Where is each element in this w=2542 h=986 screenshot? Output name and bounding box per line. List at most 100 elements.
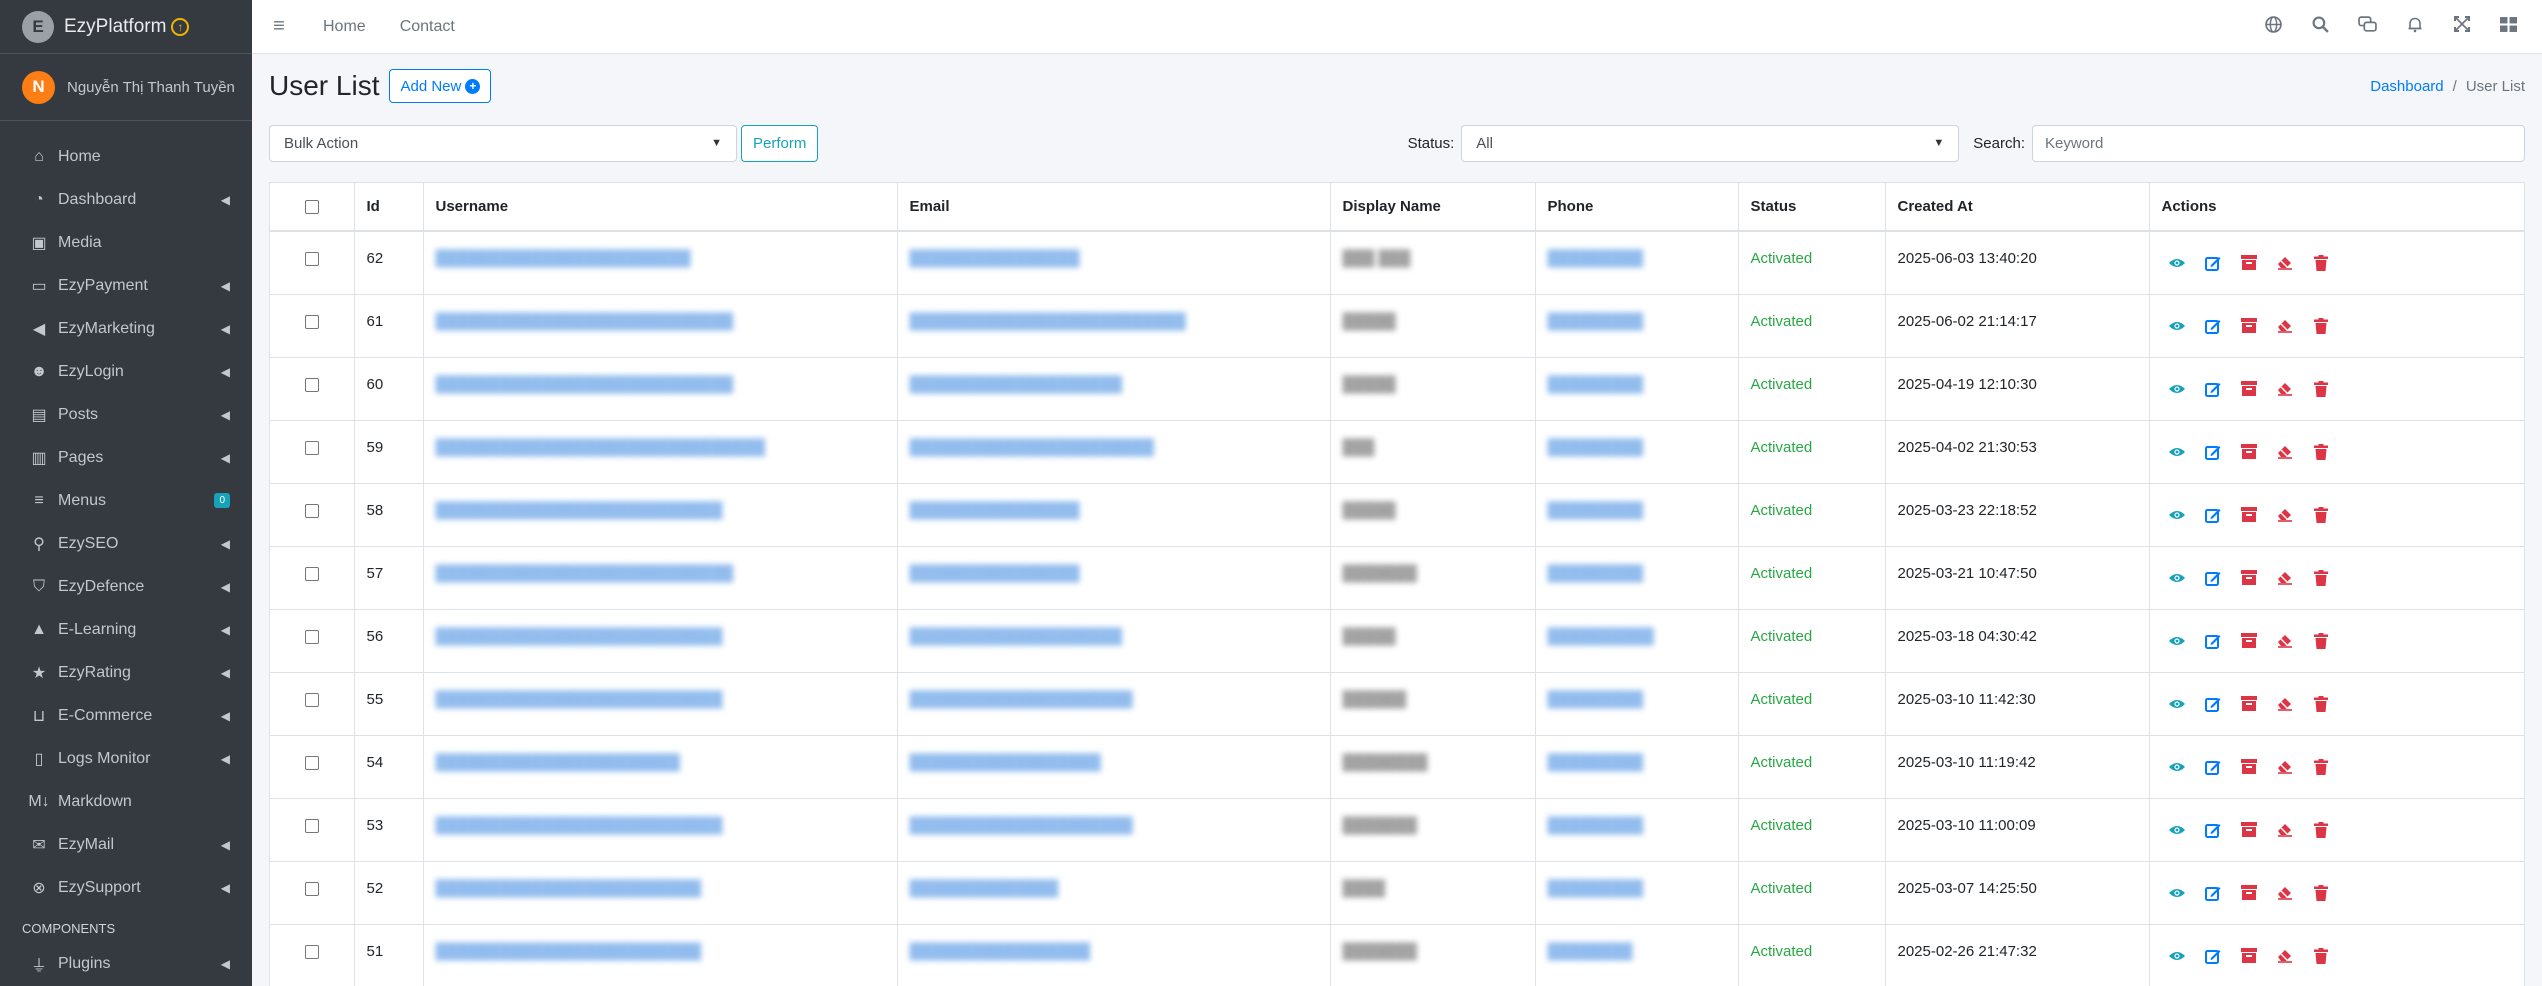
sidebar-item-ezypayment[interactable]: ▭ EzyPayment ◀ xyxy=(0,264,252,307)
select-all-checkbox[interactable] xyxy=(304,199,319,214)
sidebar-item-plugins[interactable]: ⏚ Plugins ◀ xyxy=(0,942,252,985)
nav-link-contact[interactable]: Contact xyxy=(383,18,472,36)
view-icon[interactable] xyxy=(2166,630,2188,652)
phone-link[interactable]: █████████ xyxy=(1548,754,1726,771)
email-link[interactable]: █████████████████ xyxy=(910,943,1318,960)
erase-icon[interactable] xyxy=(2274,315,2296,337)
search-icon[interactable] xyxy=(2297,16,2344,38)
edit-icon[interactable] xyxy=(2202,630,2224,652)
delete-icon[interactable] xyxy=(2310,378,2332,400)
delete-icon[interactable] xyxy=(2310,504,2332,526)
delete-icon[interactable] xyxy=(2310,756,2332,778)
username-link[interactable]: ████████████████████████████ xyxy=(436,376,885,393)
email-link[interactable]: ████████████████████ xyxy=(910,628,1318,645)
row-checkbox[interactable] xyxy=(304,251,319,266)
email-link[interactable]: █████████████████████ xyxy=(910,817,1318,834)
sidebar-item-ezymarketing[interactable]: ◀ EzyMarketing ◀ xyxy=(0,307,252,350)
sidebar-item-ezyseo[interactable]: ⚲ EzySEO ◀ xyxy=(0,522,252,565)
delete-icon[interactable] xyxy=(2310,693,2332,715)
row-checkbox[interactable] xyxy=(304,818,319,833)
row-checkbox[interactable] xyxy=(304,314,319,329)
delete-icon[interactable] xyxy=(2310,819,2332,841)
sidebar-item-logs-monitor[interactable]: ▯ Logs Monitor ◀ xyxy=(0,737,252,780)
sidebar-item-markdown[interactable]: M↓ Markdown xyxy=(0,780,252,823)
archive-icon[interactable] xyxy=(2238,252,2260,274)
email-link[interactable]: ████████████████ xyxy=(910,565,1318,582)
archive-icon[interactable] xyxy=(2238,378,2260,400)
chat-icon[interactable] xyxy=(2344,15,2391,38)
sidebar-item-e-learning[interactable]: ▲ E-Learning ◀ xyxy=(0,608,252,651)
brand[interactable]: E EzyPlatform ↑ xyxy=(0,0,252,54)
row-checkbox[interactable] xyxy=(304,377,319,392)
perform-button[interactable]: Perform xyxy=(741,124,819,162)
archive-icon[interactable] xyxy=(2238,693,2260,715)
archive-icon[interactable] xyxy=(2238,567,2260,589)
erase-icon[interactable] xyxy=(2274,819,2296,841)
username-link[interactable]: ████████████████████████████ xyxy=(436,313,885,330)
row-checkbox[interactable] xyxy=(304,503,319,518)
edit-icon[interactable] xyxy=(2202,945,2224,967)
phone-link[interactable]: █████████ xyxy=(1548,817,1726,834)
username-link[interactable]: █████████████████████████ xyxy=(436,943,885,960)
header-email[interactable]: Email xyxy=(897,183,1331,232)
erase-icon[interactable] xyxy=(2274,252,2296,274)
edit-icon[interactable] xyxy=(2202,693,2224,715)
apps-icon[interactable] xyxy=(2485,16,2532,37)
row-checkbox[interactable] xyxy=(304,440,319,455)
phone-link[interactable]: █████████ xyxy=(1548,880,1726,897)
phone-link[interactable]: ████████ xyxy=(1548,943,1726,960)
sidebar-item-home[interactable]: ⌂ Home xyxy=(0,135,252,178)
erase-icon[interactable] xyxy=(2274,882,2296,904)
username-link[interactable]: ████████████████████████ xyxy=(436,250,885,267)
header-phone[interactable]: Phone xyxy=(1535,183,1739,232)
username-link[interactable]: ███████████████████████████ xyxy=(436,817,885,834)
email-link[interactable]: ██████████████████ xyxy=(910,754,1318,771)
username-link[interactable]: ███████████████████████████ xyxy=(436,502,885,519)
bulk-action-select[interactable]: Bulk Action ▼ xyxy=(269,124,737,162)
delete-icon[interactable] xyxy=(2310,252,2332,274)
status-select[interactable]: All ▼ xyxy=(1461,124,1960,162)
edit-icon[interactable] xyxy=(2202,819,2224,841)
edit-icon[interactable] xyxy=(2202,756,2224,778)
header-id[interactable]: Id xyxy=(354,183,424,232)
search-input[interactable]: Keyword xyxy=(2032,124,2525,162)
row-checkbox[interactable] xyxy=(304,692,319,707)
sidebar-item-pages[interactable]: ▥ Pages ◀ xyxy=(0,436,252,479)
edit-icon[interactable] xyxy=(2202,504,2224,526)
view-icon[interactable] xyxy=(2166,252,2188,274)
delete-icon[interactable] xyxy=(2310,882,2332,904)
edit-icon[interactable] xyxy=(2202,315,2224,337)
row-checkbox[interactable] xyxy=(304,629,319,644)
delete-icon[interactable] xyxy=(2310,630,2332,652)
globe-icon[interactable] xyxy=(2250,15,2297,38)
username-link[interactable]: ████████████████████████████ xyxy=(436,565,885,582)
archive-icon[interactable] xyxy=(2238,819,2260,841)
username-link[interactable]: █████████████████████████ xyxy=(436,880,885,897)
email-link[interactable]: ████████████████████ xyxy=(910,376,1318,393)
archive-icon[interactable] xyxy=(2238,504,2260,526)
delete-icon[interactable] xyxy=(2310,315,2332,337)
view-icon[interactable] xyxy=(2166,945,2188,967)
edit-icon[interactable] xyxy=(2202,441,2224,463)
username-link[interactable]: ███████████████████████████████ xyxy=(436,439,885,456)
username-link[interactable]: ███████████████████████ xyxy=(436,754,885,771)
email-link[interactable]: ██████████████ xyxy=(910,880,1318,897)
expand-icon[interactable] xyxy=(2438,16,2485,37)
view-icon[interactable] xyxy=(2166,315,2188,337)
view-icon[interactable] xyxy=(2166,819,2188,841)
add-new-button[interactable]: Add New + xyxy=(389,69,492,103)
email-link[interactable]: ████████████████ xyxy=(910,250,1318,267)
edit-icon[interactable] xyxy=(2202,882,2224,904)
sidebar-item-posts[interactable]: ▤ Posts ◀ xyxy=(0,393,252,436)
erase-icon[interactable] xyxy=(2274,504,2296,526)
view-icon[interactable] xyxy=(2166,567,2188,589)
erase-icon[interactable] xyxy=(2274,945,2296,967)
view-icon[interactable] xyxy=(2166,756,2188,778)
edit-icon[interactable] xyxy=(2202,378,2224,400)
email-link[interactable]: ███████████████████████ xyxy=(910,439,1318,456)
row-checkbox[interactable] xyxy=(304,881,319,896)
phone-link[interactable]: █████████ xyxy=(1548,376,1726,393)
edit-icon[interactable] xyxy=(2202,252,2224,274)
erase-icon[interactable] xyxy=(2274,693,2296,715)
delete-icon[interactable] xyxy=(2310,945,2332,967)
